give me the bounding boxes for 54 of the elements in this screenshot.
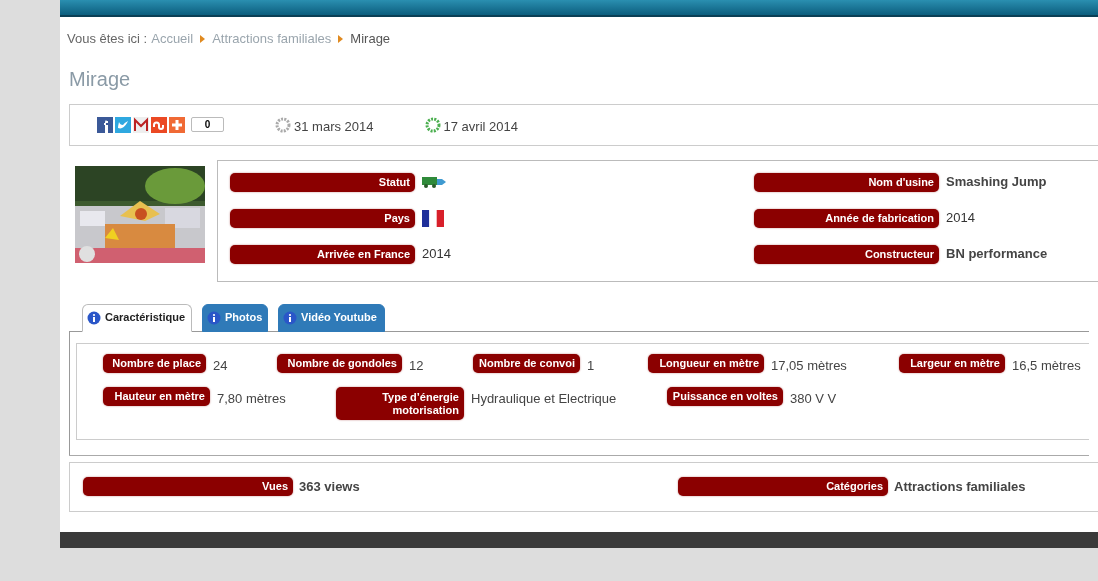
plus-icon[interactable] bbox=[169, 116, 185, 133]
field-label: Largeur en mètre bbox=[899, 353, 1005, 373]
field-label: Puissance en voltes bbox=[667, 387, 783, 406]
date-text: 17 avril 2014 bbox=[443, 117, 518, 136]
tab[interactable]: Caractéristique bbox=[82, 303, 192, 332]
field-value: 24 bbox=[213, 356, 228, 375]
breadcrumb-prefix: Vous êtes ici : bbox=[67, 30, 148, 48]
field-label: Pays bbox=[230, 208, 415, 228]
caret-icon bbox=[200, 34, 206, 43]
page-title: Mirage bbox=[68, 66, 132, 92]
field-label: Catégories bbox=[678, 477, 888, 496]
flag-icon bbox=[422, 209, 444, 227]
field-value: 2014 bbox=[946, 209, 975, 228]
gear-icon bbox=[424, 116, 441, 133]
field-label: Hauteur en mètre bbox=[103, 387, 210, 406]
field-value: 16,5 mètres bbox=[1012, 356, 1081, 375]
field-label: Constructeur bbox=[754, 244, 939, 264]
gear-icon bbox=[275, 116, 291, 133]
field-label: Arrivée en France bbox=[230, 244, 415, 264]
field-label: Nombre de gondoles bbox=[277, 353, 402, 373]
field-label: Nom d'usine bbox=[754, 172, 939, 192]
field-value: 17,05 mètres bbox=[771, 356, 847, 375]
info-icon bbox=[87, 310, 101, 325]
field-value: 363 views bbox=[299, 477, 360, 496]
field-value: Smashing Jump bbox=[946, 173, 1047, 192]
field-label: Nombre de convoi bbox=[473, 353, 580, 373]
field-label: Année de fabrication bbox=[754, 208, 939, 228]
field-label: Nombre de place bbox=[103, 353, 206, 373]
tab[interactable]: Photos bbox=[202, 303, 268, 332]
caret-icon bbox=[338, 34, 344, 43]
field-value: 12 bbox=[409, 356, 424, 375]
breadcrumb-current: Mirage bbox=[350, 30, 391, 48]
mail-icon[interactable] bbox=[133, 116, 149, 133]
field-label: Statut bbox=[230, 172, 415, 192]
truck-icon bbox=[422, 176, 446, 188]
field-value: Hydraulique et Electrique bbox=[471, 390, 617, 408]
info-icon bbox=[283, 310, 297, 325]
field-label: Type d’énergie motorisation bbox=[336, 387, 464, 420]
tab[interactable]: Vidéo Youtube bbox=[278, 303, 385, 332]
field-label: Vues bbox=[83, 477, 293, 496]
field-value: 1 bbox=[587, 356, 595, 375]
info-icon bbox=[207, 310, 221, 325]
breadcrumb-link[interactable]: Attractions familiales bbox=[212, 29, 332, 49]
field-value: 7,80 mètres bbox=[217, 390, 286, 408]
date-text: 31 mars 2014 bbox=[294, 117, 374, 136]
share-count: 0 bbox=[191, 117, 224, 132]
stumbleupon-icon[interactable] bbox=[151, 116, 167, 133]
field-value: BN performance bbox=[946, 245, 1048, 264]
field-label: Longueur en mètre bbox=[648, 353, 764, 373]
field-value: 380 V V bbox=[790, 390, 837, 408]
field-value: 2014 bbox=[422, 245, 451, 264]
field-value: Attractions familiales bbox=[894, 477, 1026, 496]
facebook-icon[interactable] bbox=[97, 116, 113, 133]
breadcrumb-link[interactable]: Accueil bbox=[151, 29, 194, 49]
